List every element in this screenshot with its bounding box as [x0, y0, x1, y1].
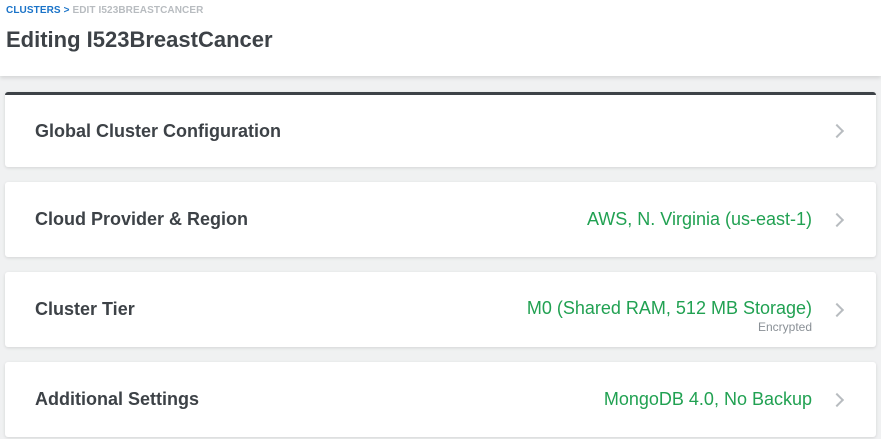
section-title: Cloud Provider & Region [35, 209, 249, 229]
chevron-right-icon [829, 392, 845, 407]
page-title: Editing I523BreastCancer [6, 27, 273, 52]
section-title: Cluster Tier [35, 299, 135, 319]
section-value: M0 (Shared RAM, 512 MB Storage) [526, 297, 812, 318]
section-value: MongoDB 4.0, No Backup [603, 389, 812, 409]
section-cluster-tier[interactable]: Cluster Tier M0 (Shared RAM, 512 MB Stor… [5, 272, 876, 347]
section-value: AWS, N. Virginia (us-east-1) [586, 209, 812, 229]
chevron-right-icon [829, 212, 845, 227]
page-header: CLUSTERS > EDIT I523BREASTCANCER Editing… [0, 0, 881, 76]
breadcrumb: CLUSTERS > EDIT I523BREASTCANCER [6, 5, 875, 16]
section-global-cluster-configuration[interactable]: Global Cluster Configuration [5, 92, 876, 167]
section-subvalue: Encrypted [757, 319, 812, 334]
section-additional-settings[interactable]: Additional Settings MongoDB 4.0, No Back… [5, 362, 876, 437]
section-title: Additional Settings [35, 389, 199, 409]
section-title: Global Cluster Configuration [35, 120, 281, 141]
chevron-right-icon [829, 302, 845, 317]
chevron-right-icon [829, 123, 845, 139]
breadcrumb-current: EDIT I523BREASTCANCER [72, 5, 204, 16]
section-cloud-provider-region[interactable]: Cloud Provider & Region AWS, N. Virginia… [5, 182, 876, 257]
breadcrumb-clusters-link[interactable]: CLUSTERS [6, 5, 61, 16]
breadcrumb-separator: > [63, 5, 70, 16]
